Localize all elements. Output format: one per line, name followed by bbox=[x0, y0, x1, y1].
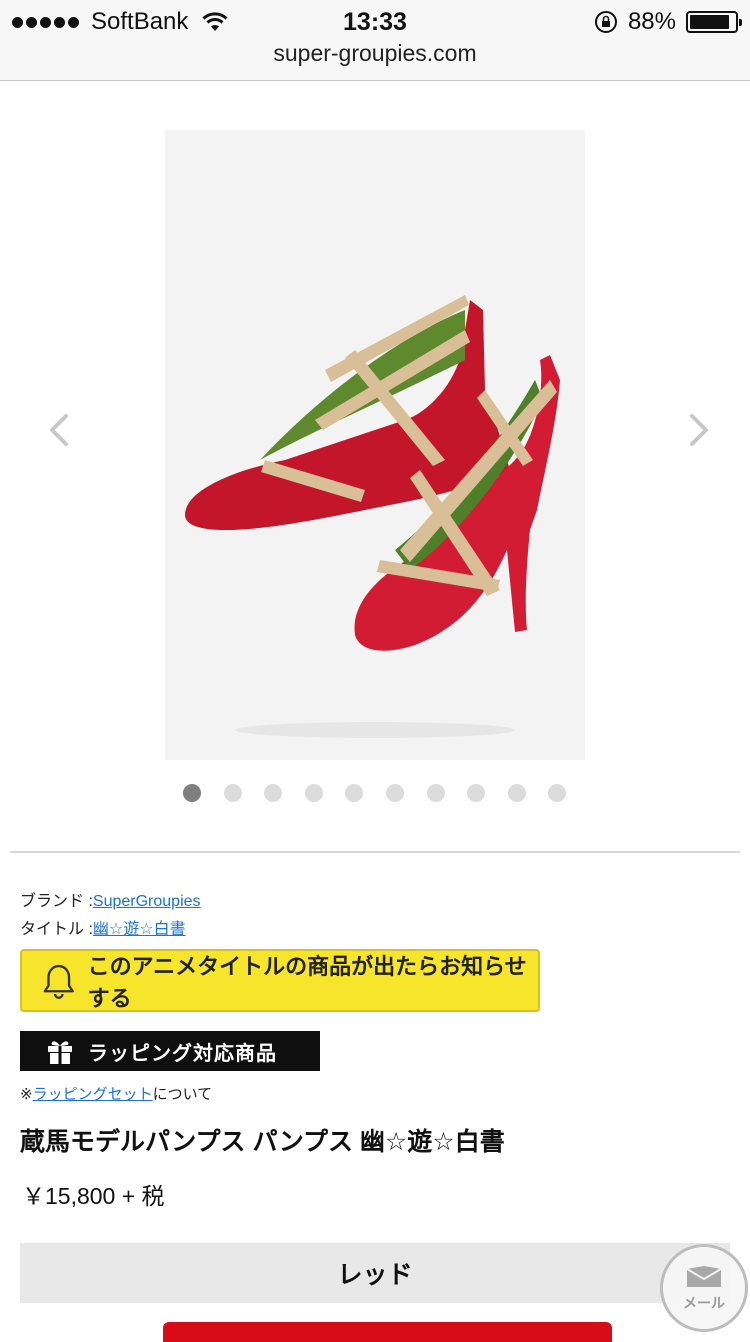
carousel-dot[interactable] bbox=[426, 784, 445, 802]
wrap-note-suffix: について bbox=[152, 1086, 213, 1103]
title-label: タイトル : bbox=[20, 921, 93, 938]
mail-label: メール bbox=[683, 1295, 725, 1311]
status-bar: SoftBank 13:33 88% bbox=[0, 0, 750, 42]
title-link[interactable]: 幽☆遊☆白書 bbox=[93, 921, 186, 938]
carousel-dot[interactable] bbox=[386, 784, 404, 802]
carousel-dot[interactable] bbox=[467, 784, 486, 802]
envelope-icon bbox=[686, 1266, 722, 1287]
carousel-dot[interactable] bbox=[345, 784, 364, 802]
battery-percent: 88% bbox=[627, 8, 676, 35]
notify-button-label: このアニメタイトルの商品が出たらお知らせする bbox=[87, 953, 527, 1011]
carousel-dot[interactable] bbox=[304, 784, 323, 802]
product-image[interactable] bbox=[165, 130, 585, 760]
add-to-cart-button[interactable] bbox=[163, 1322, 612, 1342]
notify-new-items-button[interactable]: このアニメタイトルの商品が出たらお知らせする bbox=[20, 949, 540, 1012]
wrapping-set-link[interactable]: ラッピングセット bbox=[33, 1086, 153, 1103]
gift-icon bbox=[48, 1041, 72, 1064]
chevron-right-icon[interactable] bbox=[678, 410, 718, 450]
carousel-dot[interactable] bbox=[507, 784, 526, 802]
carousel-dot[interactable] bbox=[223, 784, 242, 802]
carousel-dot[interactable] bbox=[183, 784, 201, 802]
wrap-note-prefix: ※ bbox=[20, 1086, 33, 1103]
wrapping-note: ※ラッピングセットについて bbox=[20, 1083, 212, 1104]
shoe-illustration bbox=[165, 130, 585, 760]
variant-label: レッド bbox=[337, 1261, 413, 1289]
product-image-carousel[interactable] bbox=[0, 80, 750, 820]
status-right: 88% bbox=[594, 8, 742, 36]
bell-icon bbox=[43, 964, 74, 999]
address-bar-url[interactable]: super-groupies.com bbox=[0, 40, 750, 67]
carousel-dot[interactable] bbox=[548, 784, 567, 802]
wrapping-badge: ラッピング対応商品 bbox=[20, 1031, 320, 1071]
rotation-lock-icon bbox=[594, 11, 617, 33]
brand-row: ブランド :SuperGroupies bbox=[20, 887, 201, 911]
product-price: ￥15,800 + 税 bbox=[22, 1183, 165, 1209]
color-variant-selector[interactable]: レッド bbox=[20, 1243, 730, 1303]
wrapping-badge-label: ラッピング対応商品 bbox=[88, 1042, 277, 1065]
brand-label: ブランド : bbox=[20, 893, 93, 910]
product-title: 蔵馬モデルパンプス パンプス 幽☆遊☆白書 bbox=[20, 1128, 505, 1156]
battery-icon bbox=[686, 11, 742, 33]
brand-link[interactable]: SuperGroupies bbox=[93, 893, 201, 910]
title-row: タイトル :幽☆遊☆白書 bbox=[20, 915, 186, 939]
section-divider bbox=[10, 851, 740, 853]
carousel-dot[interactable] bbox=[264, 784, 283, 802]
chevron-left-icon[interactable] bbox=[40, 410, 80, 450]
carousel-pager[interactable] bbox=[0, 784, 750, 808]
mail-button[interactable]: メール bbox=[660, 1244, 748, 1332]
